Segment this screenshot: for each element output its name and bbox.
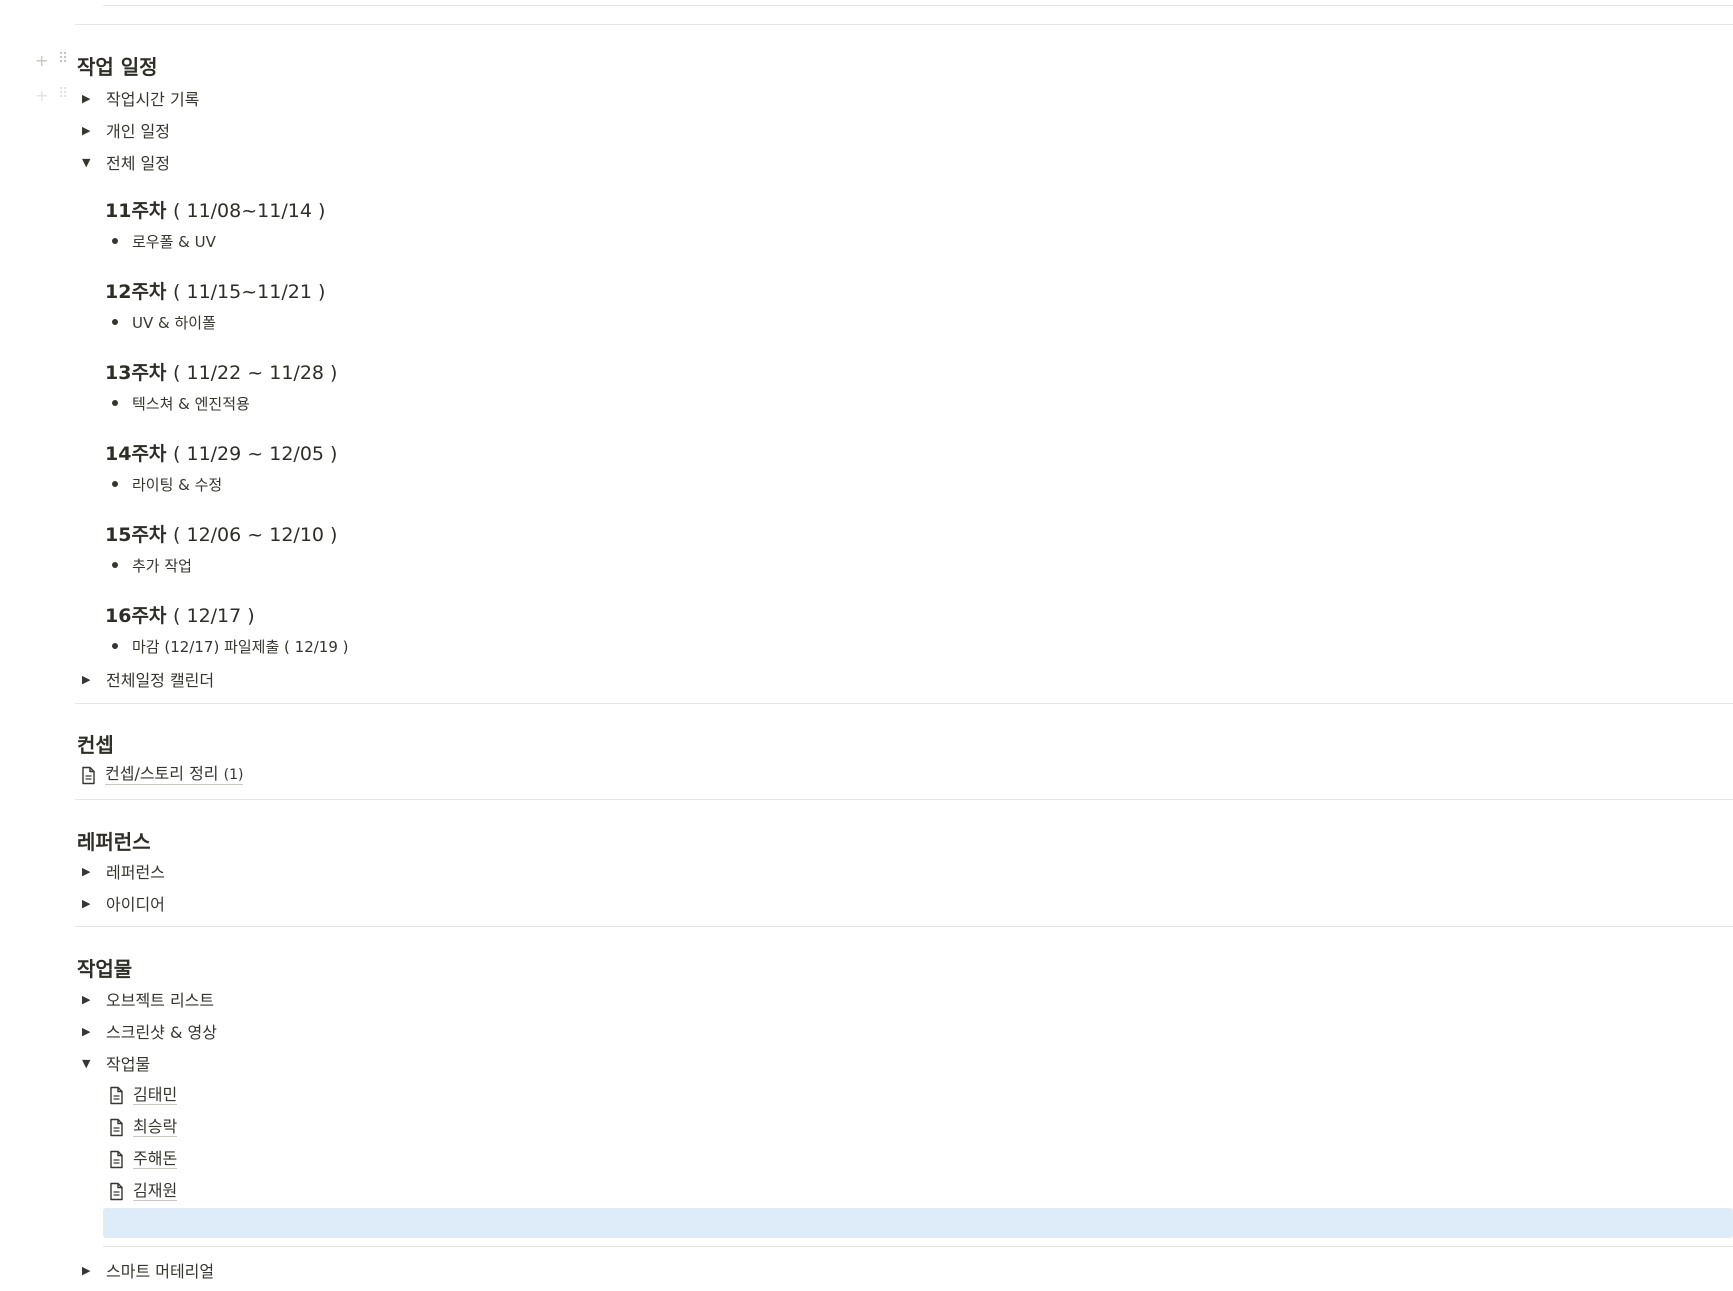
bullet-dot [112, 562, 118, 568]
week-range: ( 11/08~11/14 ) [173, 200, 326, 222]
section-heading-works: 작업물 [77, 957, 133, 981]
toggle-collapsed-icon[interactable]: ▶ [82, 897, 102, 910]
week-heading: 11주차 ( 11/08~11/14 ) [105, 196, 325, 223]
toggle-label: 스크린샷 & 영상 [106, 1023, 217, 1042]
week-range: ( 11/22 ~ 11/28 ) [173, 362, 338, 384]
toggle-collapsed-icon[interactable]: ▶ [82, 1025, 102, 1038]
block-drag-handle-icon[interactable]: ⠿ [58, 51, 68, 67]
top-divider-2 [75, 24, 1733, 25]
toggle-label: 레퍼런스 [106, 863, 165, 882]
week-item: 로우폴 & UV [112, 230, 216, 252]
week-item: 텍스쳐 & 엔진적용 [112, 392, 250, 414]
toggle-label: 작업물 [106, 1055, 151, 1074]
toggle-work-time-log[interactable]: ▶ 작업시간 기록 [82, 86, 199, 110]
top-divider-1 [103, 5, 1733, 6]
section-divider [75, 799, 1733, 800]
week-item: UV & 하이폴 [112, 311, 216, 333]
page-link-label: 김태민 [133, 1084, 178, 1105]
week-item: 라이팅 & 수정 [112, 473, 222, 495]
selected-empty-block[interactable] [103, 1208, 1733, 1238]
page-link-label: 최승락 [133, 1116, 178, 1137]
week-title: 14주차 [105, 443, 167, 465]
week-item-text: 로우폴 & UV [132, 232, 216, 251]
page-link-label: 컨셉/스토리 정리 (1) [105, 764, 244, 785]
doc-icon [110, 1182, 123, 1200]
week-heading: 13주차 ( 11/22 ~ 11/28 ) [105, 358, 337, 385]
block-drag-handle-icon[interactable]: ⠿ [58, 86, 68, 102]
toggle-label: 오브젝트 리스트 [106, 991, 215, 1010]
week-range: ( 12/17 ) [173, 605, 255, 627]
week-title: 16주차 [105, 605, 167, 627]
toggle-object-list[interactable]: ▶ 오브젝트 리스트 [82, 987, 214, 1011]
page-link-label: 주해돈 [133, 1148, 178, 1169]
section-divider [75, 926, 1733, 927]
page-link-title: 컨셉/스토리 정리 [105, 764, 219, 783]
toggle-collapsed-icon[interactable]: ▶ [82, 124, 102, 137]
week-item-text: UV & 하이폴 [132, 313, 216, 332]
doc-icon [110, 1118, 123, 1136]
toggle-personal-schedule[interactable]: ▶ 개인 일정 [82, 118, 170, 142]
toggle-collapsed-icon[interactable]: ▶ [82, 1264, 102, 1277]
section-divider [103, 1246, 1733, 1247]
week-item-text: 추가 작업 [132, 556, 192, 575]
doc-icon [110, 1086, 123, 1104]
toggle-collapsed-icon[interactable]: ▶ [82, 92, 102, 105]
week-heading: 16주차 ( 12/17 ) [105, 601, 255, 628]
toggle-label: 전체 일정 [106, 154, 170, 173]
week-title: 11주차 [105, 200, 167, 222]
toggle-collapsed-icon[interactable]: ▶ [82, 673, 102, 686]
toggle-screenshots-video[interactable]: ▶ 스크린샷 & 영상 [82, 1019, 217, 1043]
toggle-label: 작업시간 기록 [106, 90, 200, 109]
week-range: ( 12/06 ~ 12/10 ) [173, 524, 338, 546]
bullet-dot [112, 400, 118, 406]
page-link-count: (1) [223, 767, 244, 783]
week-item-text: 마감 (12/17) 파일제출 ( 12/19 ) [132, 637, 349, 656]
week-title: 12주차 [105, 281, 167, 303]
doc-icon [82, 766, 95, 784]
toggle-label: 아이디어 [106, 895, 165, 914]
toggle-label: 스마트 머테리얼 [106, 1262, 215, 1281]
page-link-member[interactable]: 주해돈 [108, 1147, 178, 1171]
week-heading: 12주차 ( 11/15~11/21 ) [105, 277, 325, 304]
week-item-text: 텍스쳐 & 엔진적용 [132, 394, 250, 413]
page-link-concept-story[interactable]: 컨셉/스토리 정리 (1) [80, 763, 244, 787]
week-range: ( 11/15~11/21 ) [173, 281, 326, 303]
page-link-member[interactable]: 최승락 [108, 1115, 178, 1139]
block-add-icon[interactable]: + [35, 86, 48, 105]
bullet-dot [112, 319, 118, 325]
toggle-ideas[interactable]: ▶ 아이디어 [82, 891, 165, 915]
toggle-full-schedule[interactable]: ▼ 전체 일정 [82, 150, 170, 174]
week-heading: 15주차 ( 12/06 ~ 12/10 ) [105, 520, 337, 547]
week-item: 마감 (12/17) 파일제출 ( 12/19 ) [112, 635, 349, 657]
week-range: ( 11/29 ~ 12/05 ) [173, 443, 338, 465]
bullet-dot [112, 643, 118, 649]
week-title: 15주차 [105, 524, 167, 546]
toggle-collapsed-icon[interactable]: ▶ [82, 993, 102, 1006]
toggle-reference[interactable]: ▶ 레퍼런스 [82, 859, 165, 883]
toggle-label: 개인 일정 [106, 122, 170, 141]
week-item: 추가 작업 [112, 554, 192, 576]
section-heading-schedule: 작업 일정 [77, 55, 158, 79]
week-item-text: 라이팅 & 수정 [132, 475, 223, 494]
block-add-icon[interactable]: + [35, 51, 48, 70]
toggle-label: 전체일정 캘린더 [106, 671, 215, 690]
week-title: 13주차 [105, 362, 167, 384]
section-divider [75, 703, 1733, 704]
toggle-expanded-icon[interactable]: ▼ [82, 1057, 102, 1070]
toggle-collapsed-icon[interactable]: ▶ [82, 865, 102, 878]
week-heading: 14주차 ( 11/29 ~ 12/05 ) [105, 439, 337, 466]
doc-icon [110, 1150, 123, 1168]
toggle-calendar[interactable]: ▶ 전체일정 캘린더 [82, 667, 214, 691]
page-link-member[interactable]: 김태민 [108, 1083, 178, 1107]
section-heading-concept: 컨셉 [77, 733, 114, 757]
page-link-member[interactable]: 김재원 [108, 1179, 178, 1203]
toggle-works[interactable]: ▼ 작업물 [82, 1051, 150, 1075]
section-heading-reference: 레퍼런스 [77, 830, 151, 854]
bullet-dot [112, 238, 118, 244]
page-link-label: 김재원 [133, 1180, 178, 1201]
toggle-smart-material[interactable]: ▶ 스마트 머테리얼 [82, 1258, 214, 1282]
toggle-expanded-icon[interactable]: ▼ [82, 156, 102, 169]
bullet-dot [112, 481, 118, 487]
